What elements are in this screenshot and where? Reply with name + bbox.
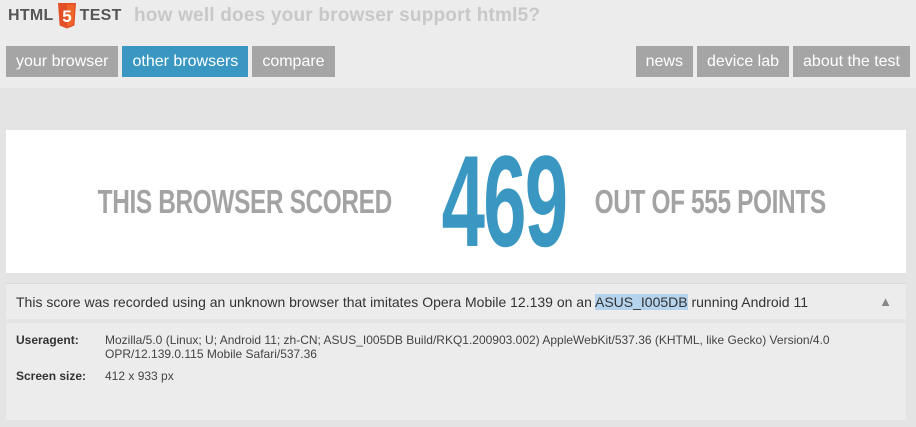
useragent-value: Mozilla/5.0 (Linux; U; Android 11; zh-CN…: [105, 333, 830, 361]
screen-size-row: Screen size: 412 x 933 px: [16, 369, 906, 383]
device-name: ASUS_I005DB: [594, 294, 688, 310]
logo-test-text: TEST: [79, 7, 122, 24]
logo-badge-number: 5: [62, 7, 71, 26]
score-value: 469: [441, 128, 568, 274]
secondary-nav: news device lab about the test: [635, 46, 910, 77]
nav-news[interactable]: news: [635, 46, 693, 77]
site-header: HTML 5 TEST how well does your browser s…: [0, 0, 916, 88]
collapse-triangle-icon[interactable]: ▲: [879, 284, 892, 320]
site-logo[interactable]: HTML 5 TEST: [8, 3, 122, 29]
useragent-row: Useragent: Mozilla/5.0 (Linux; U; Androi…: [16, 333, 906, 361]
info-text-before: This score was recorded using an unknown…: [16, 294, 595, 310]
nav-device-lab[interactable]: device lab: [696, 46, 790, 77]
info-text-after: running Android 11: [687, 294, 808, 310]
score-suffix: OUT OF 555 POINTS: [594, 182, 826, 220]
nav-compare[interactable]: compare: [252, 46, 335, 77]
tagline: how well does your browser support html5…: [134, 5, 541, 26]
nav-your-browser[interactable]: your browser: [6, 46, 119, 77]
logo-html-text: HTML: [8, 7, 54, 24]
useragent-label: Useragent:: [16, 333, 79, 347]
screen-size-label: Screen size:: [16, 369, 87, 383]
score-info-bar[interactable]: This score was recorded using an unknown…: [6, 283, 906, 319]
main-nav: your browser other browsers compare: [6, 46, 335, 77]
score-prefix: THIS BROWSER SCORED: [97, 182, 393, 220]
details-panel: Useragent: Mozilla/5.0 (Linux; U; Androi…: [6, 323, 906, 420]
screen-size-value: 412 x 933 px: [105, 369, 174, 383]
html5-shield-icon: 5: [57, 3, 76, 29]
nav-other-browsers[interactable]: other browsers: [122, 46, 249, 77]
score-panel: THIS BROWSER SCORED 469 OUT OF 555 POINT…: [6, 130, 906, 273]
nav-about-the-test[interactable]: about the test: [793, 46, 910, 77]
